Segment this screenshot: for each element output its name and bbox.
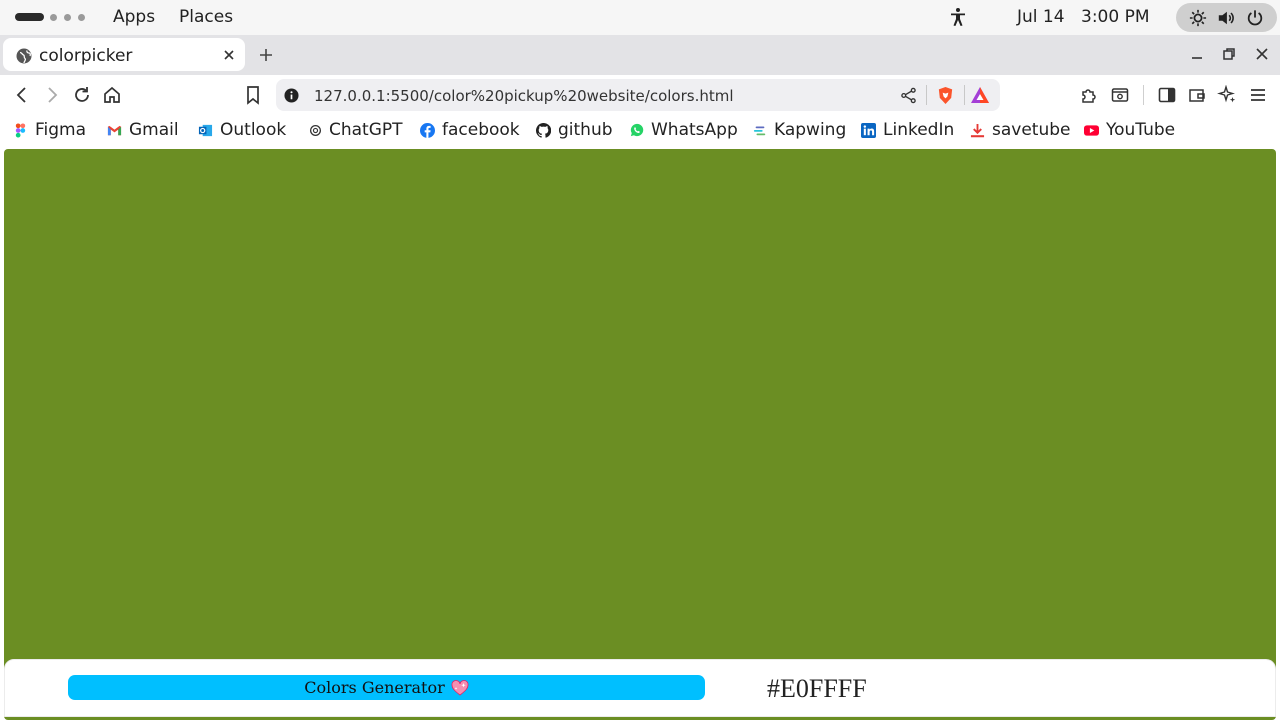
bookmark-whatsapp[interactable]: WhatsApp [630,120,738,140]
bookmark-outlook[interactable]: Outlook [198,120,287,140]
back-arrow-icon[interactable] [12,85,32,105]
clock-date[interactable]: Jul 14 [1017,7,1065,27]
minimize-window-icon[interactable] [1189,46,1205,62]
reload-icon[interactable] [72,85,92,105]
brave-rewards-icon[interactable] [970,86,990,104]
kapwing-icon [753,126,766,136]
extensions-puzzle-icon[interactable] [1080,85,1100,105]
close-window-icon[interactable] [1254,46,1270,62]
color-display-area [4,149,1276,720]
brave-shields-icon[interactable] [936,86,955,105]
system-menu[interactable] [1176,3,1277,32]
forward-arrow-icon[interactable] [42,85,62,105]
workspace-active-pill [15,13,44,21]
bookmark-label: LinkedIn [883,120,955,140]
bookmark-label: savetube [992,120,1071,140]
tab-colorpicker[interactable]: colorpicker [3,38,245,71]
restore-window-icon[interactable] [1221,46,1237,62]
share-icon[interactable] [900,87,917,104]
figma-icon [15,122,26,138]
volume-icon [1219,11,1235,24]
bookmark-linkedin[interactable]: LinkedIn [861,120,955,140]
workspace-dot [78,13,85,21]
bookmark-icon[interactable] [243,85,263,105]
bookmark-label: github [558,120,613,140]
whatsapp-icon [630,123,644,137]
brightness-icon [1190,9,1207,26]
gmail-icon [107,125,122,135]
download-icon [970,123,985,137]
bookmark-figma[interactable]: Figma [13,120,87,140]
bookmark-chatgpt[interactable]: ChatGPT [309,120,403,140]
close-tab-icon[interactable] [221,47,237,63]
tab-title: colorpicker [39,46,133,66]
bookmark-label: YouTube [1106,120,1176,140]
colors-generator-button[interactable]: Colors Generator [68,675,705,700]
accessibility-icon[interactable] [948,7,968,27]
bookmark-facebook[interactable]: facebook [420,120,520,140]
bookmark-gmail[interactable]: Gmail [107,120,179,140]
leo-ai-icon[interactable] [1217,85,1237,105]
apps-menu[interactable]: Apps [113,7,155,27]
bookmark-label: Gmail [129,120,179,140]
bookmark-github[interactable]: github [536,120,613,140]
new-tab-plus-icon[interactable] [257,46,275,64]
browser-toolbar: 127.0.0.1:5500/color%20pickup%20website/… [0,75,1280,115]
toolbar-separator [1143,85,1144,105]
sidebar-toggle-icon[interactable] [1157,85,1177,105]
bookmark-label: Figma [35,120,87,140]
bookmark-label: Outlook [220,120,287,140]
github-icon [536,122,551,138]
globe-icon [16,48,32,64]
site-info-icon[interactable] [284,88,299,103]
bookmark-savetube[interactable]: savetube [970,120,1071,140]
activities-indicator[interactable] [15,12,92,22]
workspace-dot [50,13,57,21]
youtube-icon [1084,124,1099,136]
sparkling-heart-icon [451,679,469,696]
bookmark-label: facebook [442,120,520,140]
url-text[interactable]: 127.0.0.1:5500/color%20pickup%20website/… [314,87,734,105]
generator-button-label: Colors Generator [304,678,445,697]
places-menu[interactable]: Places [179,7,233,27]
home-icon[interactable] [102,85,122,105]
bookmark-label: WhatsApp [651,120,738,140]
hamburger-menu-icon[interactable] [1248,85,1268,105]
wallet-icon[interactable] [1187,85,1207,105]
url-separator [964,85,965,105]
controls-panel: Colors Generator #E0FFFF [4,659,1276,717]
linkedin-icon [861,122,876,138]
hex-code-display: #E0FFFF [767,674,867,703]
clock-time[interactable]: 3:00 PM [1081,7,1150,27]
tab-search-icon[interactable] [1110,85,1130,105]
bookmark-label: ChatGPT [329,120,403,140]
power-icon [1247,9,1263,25]
outlook-icon [198,124,213,136]
facebook-icon [420,122,435,138]
bookmarks-bar: Figma Gmail Outlook ChatGPT facebook git… [0,115,1280,146]
url-separator [926,85,927,105]
chatgpt-icon [309,124,322,136]
workspace-dot [64,13,71,21]
tab-strip: colorpicker [0,35,1280,75]
bookmark-youtube[interactable]: YouTube [1084,120,1176,140]
bookmark-kapwing[interactable]: Kapwing [753,120,847,140]
system-top-bar: Apps Places Jul 14 3:00 PM [0,0,1280,35]
address-bar[interactable]: 127.0.0.1:5500/color%20pickup%20website/… [276,79,1000,111]
bookmark-label: Kapwing [774,120,847,140]
page-viewport: Colors Generator #E0FFFF [4,149,1276,720]
